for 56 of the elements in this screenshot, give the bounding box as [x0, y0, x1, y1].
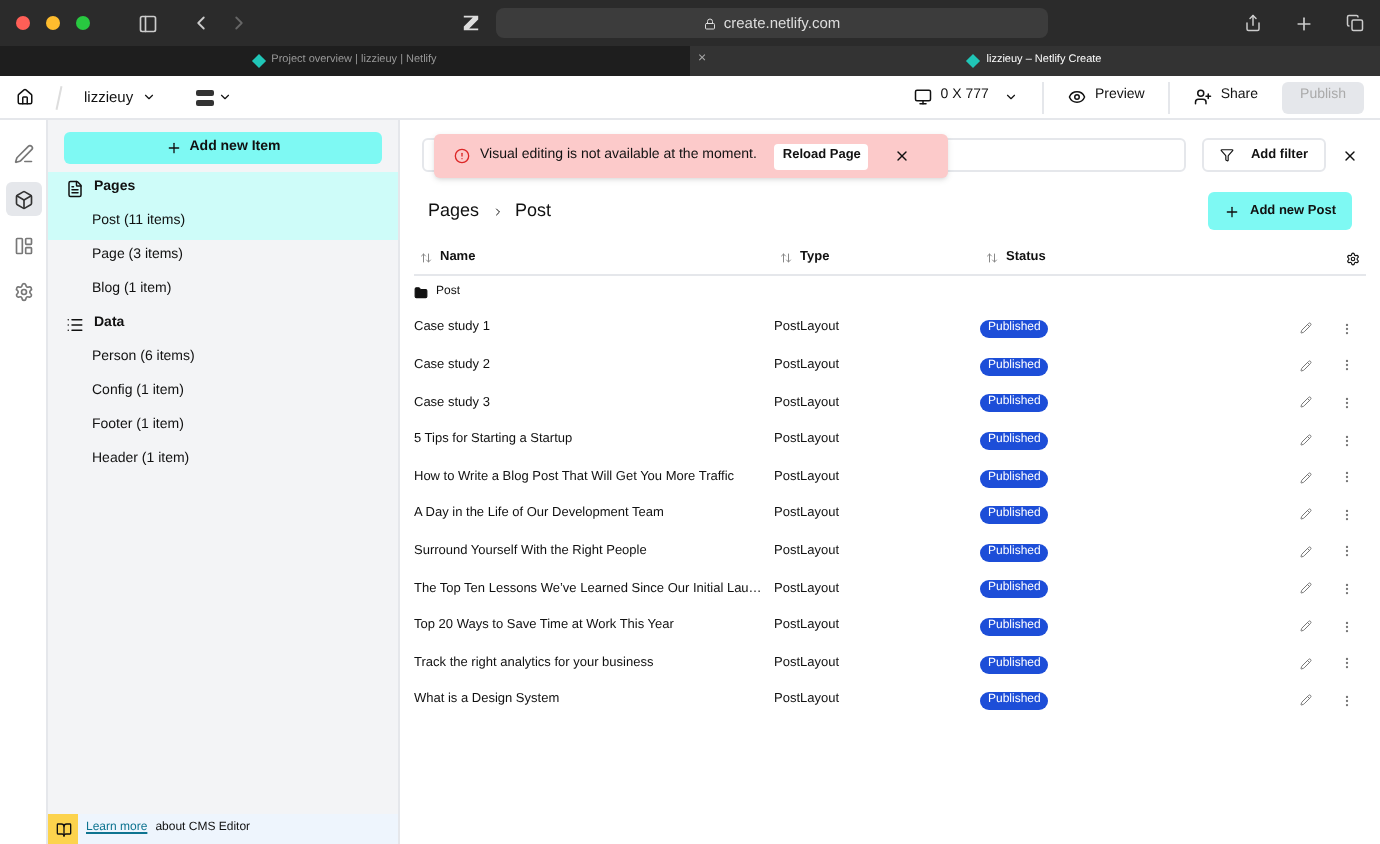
lock-icon: [703, 17, 716, 29]
more-icon[interactable]: [1340, 507, 1354, 522]
more-icon[interactable]: [1340, 581, 1354, 596]
plus-icon: [165, 140, 182, 156]
filter-icon: [1220, 148, 1235, 162]
chevron-down-icon: [217, 90, 232, 104]
sort-icon: [986, 252, 998, 264]
book-icon: [55, 821, 71, 837]
chevron-down-icon: [141, 90, 156, 104]
pen-icon: [13, 143, 33, 163]
site-switcher[interactable]: [195, 89, 232, 105]
monitor-icon: [914, 88, 933, 106]
rail-button[interactable]: [5, 182, 41, 216]
settings-icon[interactable]: [1346, 251, 1360, 265]
alert-icon: [454, 148, 470, 164]
edit-icon[interactable]: [1300, 434, 1312, 447]
breadcrumb-item[interactable]: Pages: [428, 197, 480, 225]
edit-icon[interactable]: [1300, 396, 1312, 409]
netlify-logo-icon: [251, 53, 266, 69]
folder-icon: [414, 286, 428, 300]
sidebar-icon[interactable]: [138, 13, 158, 33]
close-icon[interactable]: [1342, 147, 1358, 163]
page-icon: [66, 180, 84, 198]
more-icon[interactable]: [1340, 433, 1354, 448]
edit-icon[interactable]: [1300, 359, 1312, 372]
edit-icon[interactable]: [1300, 657, 1312, 670]
eye-icon: [1068, 88, 1087, 106]
more-icon[interactable]: [1340, 395, 1354, 410]
home-icon[interactable]: [16, 88, 34, 106]
edit-icon[interactable]: [1300, 322, 1312, 335]
close-toast-icon[interactable]: [894, 148, 911, 164]
new-tab-icon[interactable]: [1294, 13, 1314, 33]
more-icon[interactable]: [1340, 693, 1354, 708]
z-logo-icon: [462, 14, 480, 32]
settings-icon: [13, 281, 33, 301]
edit-icon[interactable]: [1300, 545, 1312, 558]
netlify-logo-icon: [966, 53, 981, 69]
breadcrumb-separator-icon: [491, 205, 504, 217]
breadcrumb-item: Post: [515, 197, 552, 224]
edit-icon[interactable]: [1300, 620, 1312, 633]
plus-icon: [1224, 203, 1241, 219]
sort-icon: [420, 252, 432, 264]
edit-icon[interactable]: [1300, 471, 1312, 484]
edit-icon[interactable]: [1300, 508, 1312, 521]
chevron-down-icon: [1004, 90, 1019, 104]
tabs-icon[interactable]: [1346, 14, 1364, 32]
cube-icon: [13, 189, 33, 209]
layout-icon: [13, 235, 33, 255]
edit-icon[interactable]: [1300, 582, 1312, 595]
edit-icon[interactable]: [1300, 694, 1312, 707]
more-icon[interactable]: [1340, 321, 1354, 336]
sort-icon: [780, 252, 792, 264]
add-user-icon: [1194, 88, 1213, 106]
list-icon: [66, 316, 84, 334]
more-icon[interactable]: [1340, 619, 1354, 634]
share-icon[interactable]: [1244, 14, 1262, 32]
